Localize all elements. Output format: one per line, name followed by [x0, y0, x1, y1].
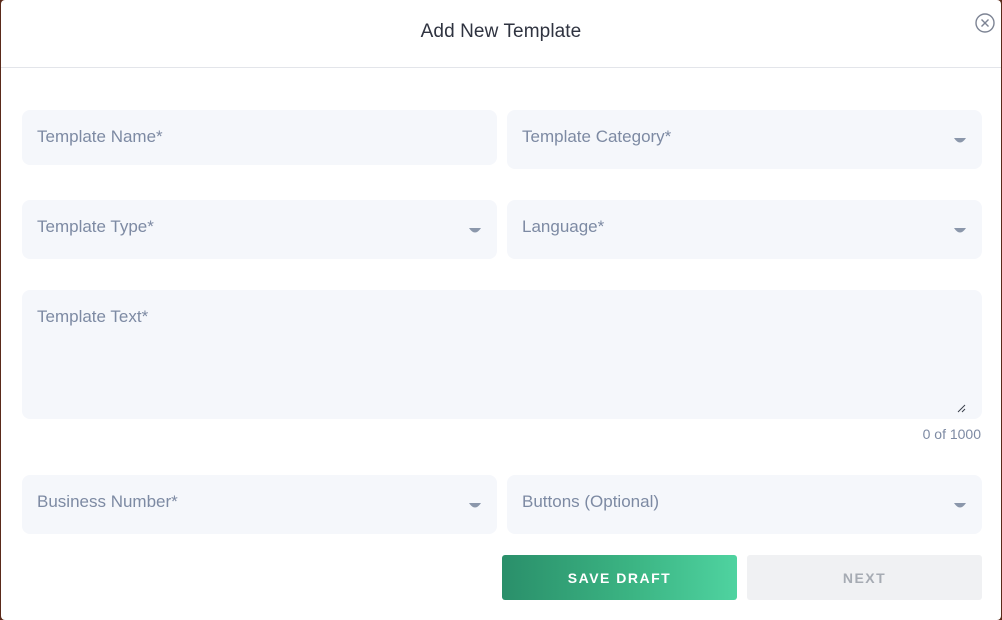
caret-down-icon — [954, 503, 966, 508]
buttons-placeholder: Buttons (Optional) — [522, 492, 660, 511]
save-draft-button[interactable]: SAVE DRAFT — [502, 555, 737, 600]
modal-header: Add New Template — [1, 0, 1001, 68]
modal-title: Add New Template — [420, 21, 582, 42]
caret-down-icon — [469, 503, 481, 508]
template-name-placeholder: Template Name* — [37, 127, 163, 146]
caret-down-icon — [954, 138, 966, 143]
character-counter: 0 of 1000 — [922, 426, 981, 442]
template-category-select[interactable]: Template Category* — [507, 110, 982, 169]
close-button[interactable] — [974, 12, 996, 34]
resize-handle-icon[interactable] — [956, 403, 966, 413]
caret-down-icon — [954, 228, 966, 233]
page-backdrop: Add New Template Template Name* Template… — [0, 0, 1002, 620]
buttons-select[interactable]: Buttons (Optional) — [507, 475, 982, 534]
template-type-select[interactable]: Template Type* — [22, 200, 497, 259]
close-circle-icon — [975, 13, 995, 33]
template-category-placeholder: Template Category* — [522, 127, 672, 146]
language-placeholder: Language* — [522, 217, 605, 236]
next-button[interactable]: NEXT — [747, 555, 982, 600]
business-number-placeholder: Business Number* — [37, 492, 178, 511]
template-text-placeholder: Template Text* — [37, 307, 149, 326]
caret-down-icon — [469, 228, 481, 233]
template-text-textarea[interactable]: Template Text* — [22, 290, 982, 419]
template-type-placeholder: Template Type* — [37, 217, 154, 236]
language-select[interactable]: Language* — [507, 200, 982, 259]
add-template-modal: Add New Template Template Name* Template… — [1, 0, 1001, 620]
business-number-select[interactable]: Business Number* — [22, 475, 497, 534]
template-name-input[interactable]: Template Name* — [22, 110, 497, 165]
